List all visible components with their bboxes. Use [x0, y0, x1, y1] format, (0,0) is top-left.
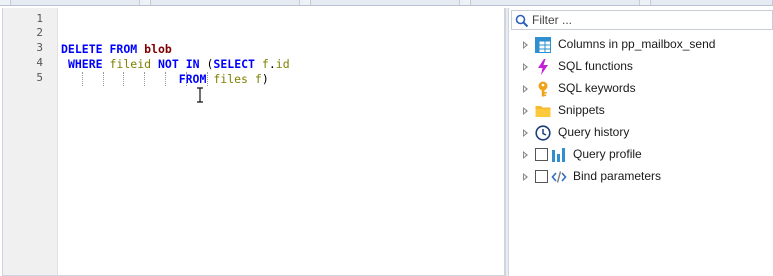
tree-item-bind-parameters[interactable]: Bind parameters: [509, 166, 773, 188]
query-profile-checkbox[interactable]: [535, 148, 548, 161]
code-token: WHERE: [67, 57, 103, 71]
indent-guide: [123, 72, 124, 86]
indent-guide: [103, 72, 104, 86]
indent-guide: [82, 72, 83, 86]
tree-item-columns[interactable]: Columns in pp_mailbox_send: [509, 34, 773, 56]
document-tab[interactable]: [10, 0, 140, 5]
code-token: f: [254, 72, 262, 86]
expand-arrow-icon[interactable]: [523, 63, 528, 71]
code-token: blob: [144, 42, 172, 56]
bind-parameters-checkbox[interactable]: [535, 170, 548, 183]
sql-editor[interactable]: 1 2 3 4 5 DELETE FROM blob WHERE fileid …: [2, 8, 505, 276]
line-number-gutter: 1 2 3 4 5: [3, 8, 58, 275]
line-number: 3: [36, 41, 43, 54]
code-token: .: [268, 57, 276, 71]
document-tab[interactable]: [150, 0, 300, 5]
indent-guide: [207, 72, 208, 86]
function-lightning-icon: [538, 59, 548, 75]
expand-arrow-icon[interactable]: [523, 129, 528, 137]
document-tab[interactable]: [310, 0, 460, 5]
code-token: fileid: [109, 57, 152, 71]
indent-guide: [144, 72, 145, 86]
tree-item-label: SQL functions: [558, 59, 633, 73]
tree-item-label: Query history: [558, 125, 630, 139]
tree-item-label: Bind parameters: [573, 169, 662, 183]
document-tab[interactable]: [650, 0, 773, 5]
line-number: 5: [36, 71, 43, 84]
indent-guide: [186, 72, 187, 86]
tree-item-label: Query profile: [573, 147, 642, 161]
table-columns-icon: [535, 37, 551, 53]
folder-icon: [535, 106, 551, 117]
document-tab-strip: [0, 0, 773, 6]
filter-box[interactable]: [511, 10, 773, 30]
expand-arrow-icon[interactable]: [523, 85, 528, 93]
code-token: FROM: [178, 72, 207, 86]
text-cursor-icon: [197, 87, 203, 103]
expand-arrow-icon[interactable]: [523, 107, 528, 115]
code-brackets-icon: [551, 171, 567, 183]
code-line[interactable]: WHERE fileid NOT IN (SELECT f.id: [61, 57, 290, 71]
expand-arrow-icon[interactable]: [523, 151, 528, 159]
tree-item-label: SQL keywords: [558, 81, 636, 95]
bar-chart-icon: [552, 148, 565, 162]
expand-arrow-icon[interactable]: [523, 173, 528, 181]
tree-item-label: Snippets: [558, 103, 605, 117]
sql-assistant-panel: Columns in pp_mailbox_send SQL functions…: [509, 8, 773, 276]
line-number: 4: [36, 56, 43, 69]
tree-item-snippets[interactable]: Snippets: [509, 100, 773, 122]
code-token: FROM: [109, 42, 138, 56]
indent-guide: [165, 72, 166, 86]
code-token: f: [261, 57, 269, 71]
search-icon: [515, 14, 529, 28]
clock-history-icon: [535, 125, 551, 141]
document-tab[interactable]: [470, 0, 640, 5]
code-line[interactable]: DELETE FROM blob: [61, 42, 172, 56]
code-token: NOT: [157, 57, 179, 71]
tree-item-query-history[interactable]: Query history: [509, 122, 773, 144]
code-token: IN: [185, 57, 200, 71]
code-token: files: [213, 72, 248, 86]
code-token: ): [261, 72, 269, 86]
filter-input[interactable]: [532, 12, 770, 28]
line-number: 1: [36, 12, 43, 25]
code-area[interactable]: DELETE FROM blob WHERE fileid NOT IN (SE…: [61, 8, 504, 275]
key-icon: [538, 81, 548, 97]
code-token: (: [199, 57, 214, 71]
tree-item-label: Columns in pp_mailbox_send: [558, 37, 716, 51]
expand-arrow-icon[interactable]: [523, 41, 528, 49]
tree-item-sql-functions[interactable]: SQL functions: [509, 56, 773, 78]
tree-item-query-profile[interactable]: Query profile: [509, 144, 773, 166]
code-token: id: [275, 57, 290, 71]
line-number: 2: [36, 26, 43, 39]
tree-item-sql-keywords[interactable]: SQL keywords: [509, 78, 773, 100]
code-token: DELETE: [61, 42, 103, 56]
code-token: SELECT: [213, 57, 255, 71]
